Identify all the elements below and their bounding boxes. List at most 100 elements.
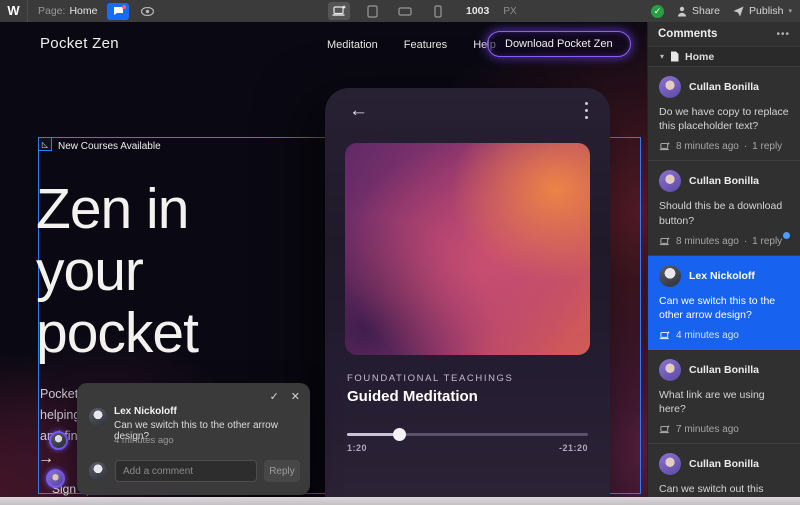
publish-button[interactable]: Publish ▾	[733, 5, 792, 17]
site-nav: Meditation Features Help	[327, 39, 496, 51]
phone-portrait-icon	[434, 4, 442, 18]
chevron-down-icon: ▾	[788, 8, 792, 15]
back-arrow-icon[interactable]: ←	[349, 100, 368, 122]
nav-link-features[interactable]: Features	[404, 39, 447, 51]
resolve-check-icon[interactable]: ✓	[270, 390, 279, 403]
avatar	[659, 359, 681, 382]
breakpoint-desktop-icon	[659, 142, 671, 151]
share-label: Share	[692, 5, 721, 17]
progress-slider-thumb[interactable]	[393, 428, 407, 441]
hero-heading-line: Zen in	[36, 177, 189, 241]
hero-eyebrow-text[interactable]: New Courses Available	[58, 141, 161, 152]
comment-card-selected[interactable]: Lex Nickoloff Can we switch this to the …	[648, 255, 800, 351]
canvas-width-unit: PX	[503, 5, 517, 17]
unread-indicator-dot	[783, 231, 790, 239]
popup-actions: ✓ ✕	[270, 390, 300, 403]
time-row: 1:20 -21:20	[347, 443, 588, 453]
comment-timestamp: 8 minutes ago	[676, 141, 739, 153]
comment-body: Can we switch out this image to align wi…	[659, 483, 764, 496]
hero-heading-line: your	[36, 239, 144, 303]
close-icon[interactable]: ✕	[291, 390, 300, 403]
avatar	[659, 76, 681, 98]
page-group-name: Home	[685, 50, 715, 63]
comment-body: Should this be a download button?	[659, 200, 783, 227]
avatar	[659, 264, 681, 287]
canvas-width-value[interactable]: 1003	[466, 5, 489, 17]
time-elapsed: 1:20	[347, 443, 368, 453]
phone-landscape-icon	[398, 6, 412, 16]
breakpoint-group: 1003 PX	[328, 0, 517, 22]
share-button[interactable]: Share	[677, 5, 720, 17]
avatar	[659, 453, 681, 476]
comment-pin-cullan[interactable]	[46, 469, 65, 488]
breakpoint-desktop-icon	[659, 425, 671, 434]
comment-author: Cullan Bonilla	[689, 175, 760, 188]
comment-timestamp: 4 minutes ago	[676, 330, 739, 342]
reply-count[interactable]: 1 reply	[752, 141, 782, 152]
selection-corner-handle[interactable]: ◺	[38, 137, 52, 151]
hero-heading[interactable]: Zen in your pocket	[36, 177, 199, 365]
comment-card[interactable]: Cullan Bonilla What link are we using he…	[648, 350, 800, 445]
add-comment-input[interactable]	[115, 460, 257, 482]
comment-author: Cullan Bonilla	[689, 458, 760, 471]
comment-meta: 8 minutes ago · 1 reply	[659, 236, 789, 247]
site-logo[interactable]: Pocket Zen	[40, 35, 119, 52]
hero-heading-line: pocket	[36, 301, 199, 365]
comments-panel: Comments ••• ▾ Home Cullan Bonilla Do we…	[647, 22, 800, 497]
comments-panel-header: Comments •••	[648, 22, 800, 46]
phone-mockup: ← FOUNDATIONAL TEACHINGS Guided Meditati…	[325, 88, 610, 497]
comment-meta: 4 minutes ago	[659, 330, 789, 341]
reply-button[interactable]: Reply	[264, 460, 300, 482]
laptop-star-icon	[332, 5, 346, 16]
breakpoint-phone-button[interactable]	[427, 2, 449, 20]
comment-card[interactable]: Cullan Bonilla Do we have copy to replac…	[648, 67, 800, 162]
page-selector[interactable]: Home	[69, 5, 97, 17]
comment-author: Cullan Bonilla	[689, 364, 760, 377]
nav-link-meditation[interactable]: Meditation	[327, 39, 378, 51]
preview-button[interactable]	[141, 6, 155, 16]
publish-label: Publish	[749, 5, 784, 17]
comment-meta: 7 minutes ago	[659, 424, 789, 435]
comment-popup: ✓ ✕ Lex Nickoloff Can we switch this to …	[77, 383, 310, 495]
publish-plane-icon	[733, 6, 744, 17]
chevron-down-icon: ▾	[660, 52, 665, 61]
person-icon	[677, 6, 687, 17]
comment-meta: 8 minutes ago · 1 reply	[659, 141, 789, 152]
breakpoint-tablet-button[interactable]	[361, 2, 383, 20]
eye-icon	[141, 6, 155, 16]
breakpoint-desktop-button[interactable]	[328, 2, 350, 20]
tablet-icon	[366, 4, 378, 18]
comment-card[interactable]: Cullan Bonilla Should this be a download…	[648, 161, 800, 256]
breakpoint-landscape-button[interactable]	[394, 2, 416, 20]
meta-separator: ·	[743, 235, 748, 247]
time-remaining: -21:20	[558, 443, 588, 453]
comment-pin-lex[interactable]	[49, 431, 68, 450]
popup-timestamp: 4 minutes ago	[114, 435, 174, 446]
comment-author: Cullan Bonilla	[689, 81, 760, 93]
comment-timestamp: 8 minutes ago	[676, 235, 739, 247]
toolbar-left-group: W Page: Home	[0, 0, 155, 22]
breakpoint-desktop-icon	[659, 236, 671, 245]
reply-count[interactable]: 1 reply	[752, 236, 782, 247]
popup-author: Lex Nickoloff	[114, 406, 177, 417]
page-group-row[interactable]: ▾ Home	[648, 46, 800, 67]
site-header: Pocket Zen Meditation Features Help Down…	[0, 22, 647, 80]
webflow-designer-window: W Page: Home 1003 PX ✓ Share Publish ▾ P…	[0, 0, 800, 505]
kebab-menu-icon[interactable]	[585, 102, 588, 119]
meta-separator: ·	[743, 141, 748, 153]
webflow-logo[interactable]: W	[0, 0, 28, 22]
avatar	[89, 462, 107, 480]
page-label: Page:	[38, 5, 66, 17]
comment-card[interactable]: Cullan Bonilla Can we switch out this im…	[648, 444, 800, 497]
design-canvas[interactable]: Pocket Zen Meditation Features Help Down…	[0, 22, 647, 497]
comment-body: Do we have copy to replace this placehol…	[659, 106, 789, 133]
panel-overflow-menu[interactable]: •••	[776, 29, 790, 40]
toolbar-right-group: ✓ Share Publish ▾	[651, 0, 792, 22]
avatar	[659, 170, 681, 193]
download-cta-button[interactable]: Download Pocket Zen	[487, 31, 631, 57]
top-toolbar: W Page: Home 1003 PX ✓ Share Publish ▾	[0, 0, 800, 22]
arrow-right-icon: →	[38, 450, 54, 467]
comment-body: Can we switch this to the other arrow de…	[659, 294, 776, 321]
comments-mode-button[interactable]	[107, 2, 130, 20]
progress-slider[interactable]	[347, 428, 588, 441]
